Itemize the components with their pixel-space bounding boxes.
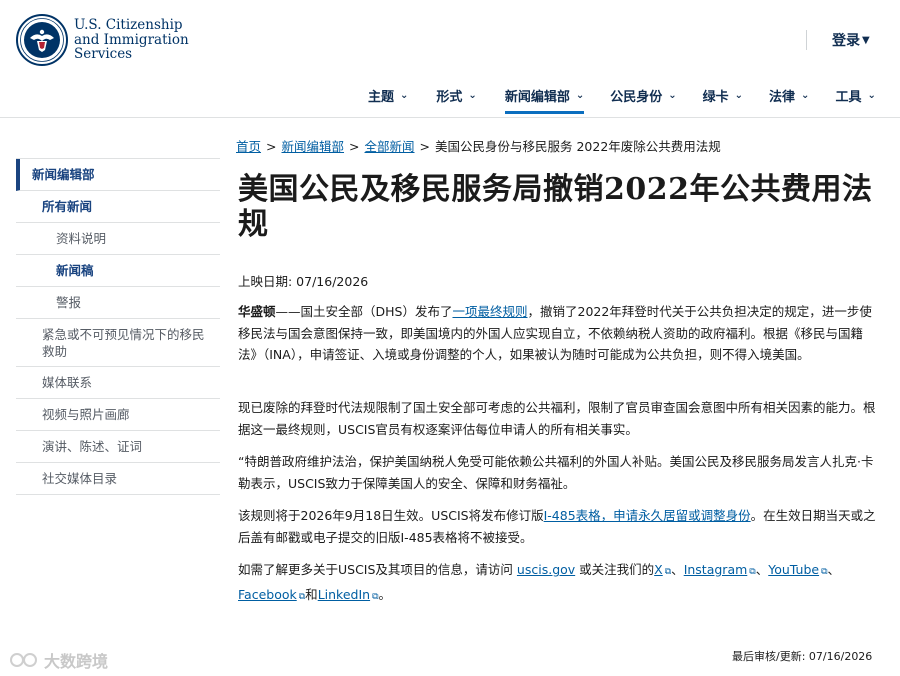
separator-text: 和 bbox=[305, 586, 318, 602]
site-header: U.S. Citizenship and Immigration Service… bbox=[0, 0, 900, 118]
login-label: 登录 bbox=[832, 33, 860, 49]
sidebar-item-label: 紧急或不可预见情况下的移民救助 bbox=[42, 327, 205, 359]
sidebar-item-label: 新闻稿 bbox=[56, 263, 94, 278]
breadcrumb-home-link[interactable]: 首页 bbox=[236, 139, 261, 154]
sidebar-item-label: 警报 bbox=[56, 295, 82, 310]
paragraph-text: ——国土安全部（DHS）发布了 bbox=[275, 304, 453, 319]
sidebar-item-label: 新闻编辑部 bbox=[32, 167, 95, 182]
breadcrumb-all-news-link[interactable]: 全部新闻 bbox=[365, 139, 415, 154]
uscis-gov-link[interactable]: uscis.gov bbox=[517, 562, 575, 577]
sidebar-item-label: 所有新闻 bbox=[42, 199, 93, 214]
chevron-down-icon: ⌄ bbox=[801, 90, 810, 101]
dateline: 华盛顿 bbox=[238, 304, 276, 319]
nav-label: 工具 bbox=[835, 90, 862, 105]
sidebar-item-news-releases[interactable]: 新闻稿 bbox=[16, 255, 220, 287]
page-title: 美国公民及移民服务局撤销2022年公共费用法规 bbox=[238, 172, 873, 242]
nav-newsroom[interactable]: 新闻编辑部 ⌄ bbox=[504, 86, 585, 114]
brand-line-3: Services bbox=[74, 46, 133, 63]
form-i485-link[interactable]: I-485表格，申请永久居留或调整身份 bbox=[544, 508, 751, 523]
last-updated: 最后审核/更新: 07/16/2026 bbox=[732, 650, 873, 663]
brand-line-1: U.S. Citizenship bbox=[74, 17, 183, 34]
main-navigation: 主题 ⌄ 形式 ⌄ 新闻编辑部 ⌄ 公民身份 ⌄ 绿卡 ⌄ 法律 ⌄ 工具 ⌄ bbox=[368, 86, 876, 114]
breadcrumb: 首页 > 新闻编辑部 > 全部新闻 > 美国公民身份与移民服务 2022年废除公共费用法规 bbox=[236, 136, 721, 155]
separator-text: 、 bbox=[755, 562, 769, 577]
linkedin-link[interactable]: LinkedIn bbox=[318, 587, 370, 602]
sidebar-item-label: 演讲、陈述、证词 bbox=[42, 439, 143, 454]
nav-label: 形式 bbox=[436, 90, 463, 105]
chevron-down-icon: ⌄ bbox=[575, 90, 585, 101]
login-button[interactable]: 登录 ▼ bbox=[832, 30, 870, 50]
breadcrumb-separator: > bbox=[419, 139, 430, 154]
breadcrumb-current: 美国公民身份与移民服务 2022年废除公共费用法规 bbox=[435, 139, 721, 154]
chevron-down-icon: ⌄ bbox=[734, 90, 744, 101]
brand-line-2: and Immigration bbox=[74, 31, 189, 48]
breadcrumb-separator: > bbox=[349, 139, 360, 154]
article-paragraph-4: 该规则将于2026年9月18日生效。USCIS将发布修订版I-485表格，申请永… bbox=[238, 505, 878, 548]
agency-name: U.S. Citizenship and Immigration Service… bbox=[74, 18, 189, 62]
sidebar-item-label: 社交媒体目录 bbox=[42, 471, 118, 486]
separator-text: 。 bbox=[378, 586, 392, 602]
nav-laws[interactable]: 法律 ⌄ bbox=[769, 86, 809, 113]
sidebar-item-fact-sheets[interactable]: 资料说明 bbox=[16, 223, 220, 255]
nav-green-card[interactable]: 绿卡 ⌄ bbox=[703, 86, 743, 113]
article-paragraph-1: 华盛顿——国土安全部（DHS）发布了一项最终规则，撤销了2022年拜登时代关于公… bbox=[238, 301, 878, 366]
article-paragraph-2: 现已废除的拜登时代法规限制了国土安全部可考虑的公共福利，限制了官员审查国会意图中… bbox=[238, 400, 876, 437]
chevron-down-icon: ⌄ bbox=[668, 90, 677, 101]
sidebar-item-label: 资料说明 bbox=[56, 231, 107, 246]
sidebar-item-speeches[interactable]: 演讲、陈述、证词 bbox=[16, 431, 220, 463]
facebook-link[interactable]: Facebook bbox=[238, 587, 297, 602]
nav-citizenship[interactable]: 公民身份 ⌄ bbox=[610, 86, 676, 113]
chevron-down-icon: ⌄ bbox=[867, 90, 876, 101]
breadcrumb-newsroom-link[interactable]: 新闻编辑部 bbox=[282, 139, 345, 154]
sidebar-navigation: 新闻编辑部 所有新闻 资料说明 新闻稿 警报 紧急或不可预见情况下的移民救助 媒… bbox=[16, 158, 220, 495]
sidebar-item-media-contacts[interactable]: 媒体联系 bbox=[16, 367, 220, 399]
nav-label: 法律 bbox=[769, 90, 796, 105]
chevron-down-icon: ⌄ bbox=[400, 90, 409, 101]
nav-topics[interactable]: 主题 ⌄ bbox=[368, 86, 408, 113]
nav-label: 新闻编辑部 bbox=[504, 90, 570, 105]
nav-tools[interactable]: 工具 ⌄ bbox=[835, 86, 875, 113]
sidebar-item-newsroom[interactable]: 新闻编辑部 bbox=[16, 159, 220, 191]
sidebar-item-alerts[interactable]: 警报 bbox=[16, 287, 220, 319]
paragraph-text: 该规则将于2026年9月18日生效。USCIS将发布修订版 bbox=[238, 508, 544, 523]
nav-forms[interactable]: 形式 ⌄ bbox=[436, 86, 476, 113]
separator-text: 、 bbox=[827, 562, 841, 577]
posted-date: 上映日期: 07/16/2026 bbox=[238, 274, 369, 289]
header-divider bbox=[806, 30, 807, 50]
paragraph-text: 如需了解更多关于USCIS及其项目的信息，请访问 bbox=[238, 562, 517, 577]
caret-down-icon: ▼ bbox=[862, 34, 870, 46]
final-rule-link[interactable]: 一项最终规则 bbox=[452, 304, 527, 319]
x-link[interactable]: X bbox=[654, 562, 663, 577]
separator-text: 、 bbox=[671, 562, 684, 577]
article-paragraph-5: 如需了解更多关于USCIS及其项目的信息，请访问 uscis.gov 或关注我们… bbox=[238, 559, 878, 608]
sidebar-item-video-gallery[interactable]: 视频与照片画廊 bbox=[16, 399, 220, 431]
chevron-down-icon: ⌄ bbox=[468, 90, 477, 101]
watermark-logo-icon bbox=[10, 653, 37, 667]
breadcrumb-separator: > bbox=[266, 139, 277, 154]
sidebar-item-emergency-relief[interactable]: 紧急或不可预见情况下的移民救助 bbox=[16, 319, 220, 367]
instagram-link[interactable]: Instagram bbox=[684, 562, 748, 577]
nav-label: 主题 bbox=[368, 90, 395, 105]
paragraph-text: 或关注我们的 bbox=[575, 562, 655, 577]
sidebar-item-label: 媒体联系 bbox=[42, 375, 93, 390]
watermark-text: 大数跨境 bbox=[44, 652, 109, 671]
sidebar-item-label: 视频与照片画廊 bbox=[42, 407, 130, 422]
nav-label: 公民身份 bbox=[610, 90, 663, 105]
sidebar-item-all-news[interactable]: 所有新闻 bbox=[16, 191, 220, 223]
watermark: 大数跨境 bbox=[10, 648, 108, 672]
article-paragraph-3: “特朗普政府维护法治，保护美国纳税人免受可能依赖公共福利的外国人补贴。美国公民及… bbox=[238, 454, 874, 491]
sidebar-item-social-media[interactable]: 社交媒体目录 bbox=[16, 463, 220, 495]
dhs-seal-icon bbox=[16, 14, 68, 66]
nav-label: 绿卡 bbox=[702, 90, 729, 105]
uscis-logo[interactable]: U.S. Citizenship and Immigration Service… bbox=[16, 14, 189, 66]
youtube-link[interactable]: YouTube bbox=[768, 562, 819, 577]
